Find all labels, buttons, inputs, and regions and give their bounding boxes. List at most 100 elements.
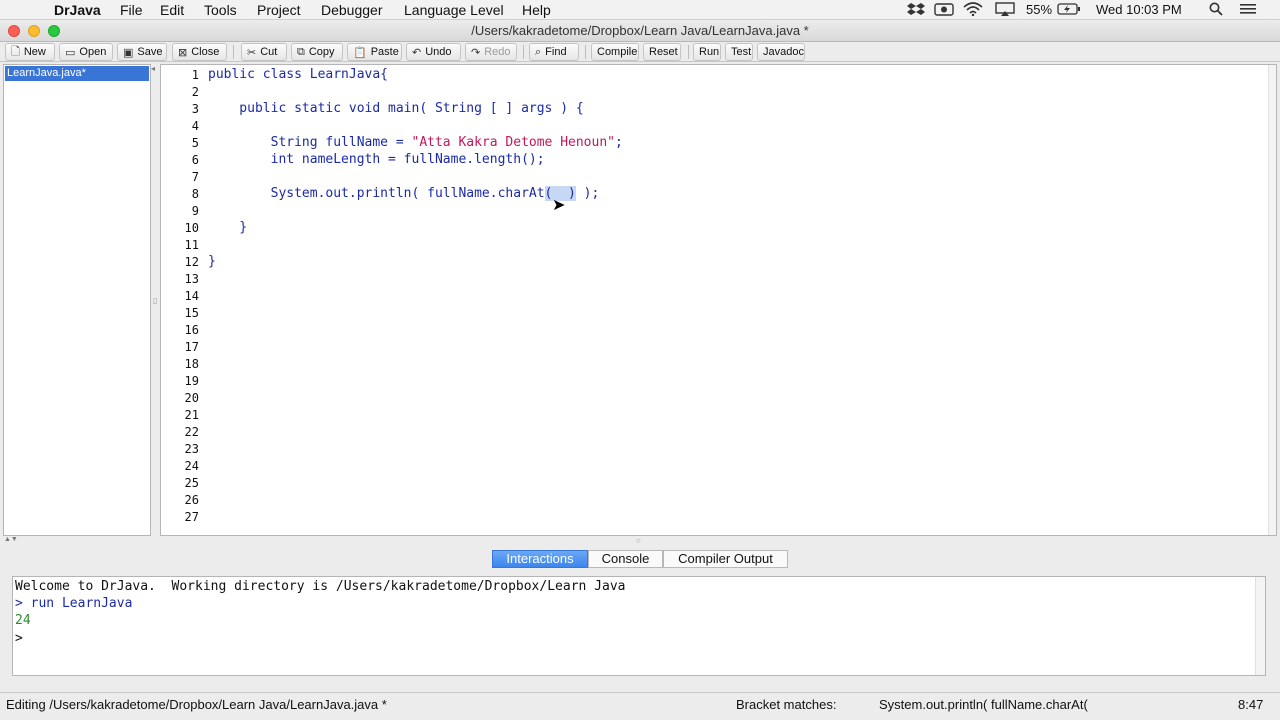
- toolbar-separator: [688, 45, 689, 59]
- pane-splitter[interactable]: ▲▼ ○: [0, 536, 1280, 548]
- cursor-position: 8:47: [1238, 697, 1264, 712]
- code-editor[interactable]: 1 2 3 4 5 6 7 8 9 10 11 12 13 14 15 16 1…: [160, 64, 1277, 536]
- menu-project[interactable]: Project: [257, 2, 301, 18]
- line-number: 1: [191, 68, 199, 82]
- line-number: 27: [184, 510, 199, 524]
- redo-icon: ↷: [471, 46, 481, 59]
- open-folder-icon: ▭: [65, 46, 76, 59]
- line-number: 18: [184, 357, 199, 371]
- dropbox-icon[interactable]: [907, 2, 925, 19]
- menu-bar: DrJava File Edit Tools Project Debugger …: [0, 0, 1280, 20]
- javadoc-button[interactable]: Javadoc: [757, 43, 805, 61]
- paste-button[interactable]: 📋 Paste: [347, 43, 402, 61]
- line-number: 13: [184, 272, 199, 286]
- line-number: 16: [184, 323, 199, 337]
- interactions-scrollbar[interactable]: [1255, 577, 1265, 675]
- line-number: 22: [184, 425, 199, 439]
- close-file-icon: ⊠: [178, 46, 188, 59]
- editor-scrollbar[interactable]: [1268, 65, 1276, 535]
- save-disk-icon: ▣: [123, 46, 134, 59]
- splitter-grip-icon[interactable]: ▯: [153, 296, 157, 305]
- reset-button[interactable]: Reset: [643, 43, 681, 61]
- menu-language-level[interactable]: Language Level: [404, 2, 504, 18]
- menu-edit[interactable]: Edit: [160, 2, 184, 18]
- line-number: 24: [184, 459, 199, 473]
- compile-button[interactable]: Compile: [591, 43, 639, 61]
- tab-console[interactable]: Console: [588, 550, 663, 568]
- line-number: 26: [184, 493, 199, 507]
- code-line-5: String fullName = "Atta Kakra Detome Hen…: [208, 135, 623, 150]
- code-line-12: }: [208, 254, 216, 269]
- toolbar-separator: [233, 45, 234, 59]
- battery-icon[interactable]: [1057, 2, 1081, 19]
- line-number: 8: [191, 187, 199, 201]
- find-button[interactable]: ⌕ Find: [529, 43, 579, 61]
- notification-center-icon[interactable]: [1240, 2, 1256, 19]
- copy-button[interactable]: ⧉ Copy: [291, 43, 343, 61]
- clock[interactable]: Wed 10:03 PM: [1096, 2, 1182, 17]
- line-number: 3: [191, 102, 199, 116]
- battery-percent: 55%: [1026, 2, 1053, 17]
- bracket-matches-value: System.out.println( fullName.charAt(: [879, 697, 1088, 712]
- bottom-tabs: Interactions Console Compiler Output: [0, 548, 1280, 570]
- toolbar-separator: [523, 45, 524, 59]
- interactions-pane[interactable]: Welcome to DrJava. Working directory is …: [12, 576, 1266, 676]
- new-button[interactable]: 🗋 New: [5, 43, 55, 61]
- menu-file[interactable]: File: [120, 2, 143, 18]
- undo-icon: ↶: [412, 46, 422, 59]
- tab-interactions[interactable]: Interactions: [492, 550, 588, 568]
- close-button[interactable]: ⊠ Close: [172, 43, 227, 61]
- code-line-3: public static void main( String [ ] args…: [208, 101, 584, 116]
- open-button[interactable]: ▭ Open: [59, 43, 113, 61]
- string-literal: "Atta Kakra Detome Henoun": [411, 135, 616, 150]
- screen-record-icon[interactable]: [934, 2, 954, 19]
- line-number: 5: [191, 136, 199, 150]
- spotlight-search-icon[interactable]: [1209, 2, 1223, 19]
- editing-file-status: Editing /Users/kakradetome/Dropbox/Learn…: [6, 697, 387, 712]
- document-list-item[interactable]: LearnJava.java*: [5, 66, 149, 81]
- airplay-icon[interactable]: [995, 2, 1015, 19]
- wifi-icon[interactable]: [963, 2, 983, 19]
- bracket-matches-label: Bracket matches:: [736, 697, 837, 712]
- clipboard-icon: 📋: [353, 46, 367, 59]
- menu-app-name[interactable]: DrJava: [54, 2, 101, 18]
- line-number: 11: [184, 238, 199, 252]
- tab-compiler-output[interactable]: Compiler Output: [663, 550, 788, 568]
- run-button[interactable]: Run: [693, 43, 721, 61]
- line-number: 20: [184, 391, 199, 405]
- line-number: 9: [191, 204, 199, 218]
- scissors-icon: ✂: [247, 46, 257, 59]
- line-number: 6: [191, 153, 199, 167]
- undo-button[interactable]: ↶ Undo: [406, 43, 461, 61]
- mouse-pointer-icon: ➤: [552, 197, 566, 214]
- new-file-icon: 🗋: [11, 45, 20, 58]
- redo-button[interactable]: ↷ Redo: [465, 43, 517, 61]
- cut-button[interactable]: ✂ Cut: [241, 43, 287, 61]
- menu-debugger[interactable]: Debugger: [321, 2, 383, 18]
- code-line-8: System.out.println( fullName.charAt( ) )…: [208, 186, 600, 201]
- menu-tools[interactable]: Tools: [204, 2, 237, 18]
- menu-help[interactable]: Help: [522, 2, 551, 18]
- status-bar: Editing /Users/kakradetome/Dropbox/Learn…: [0, 692, 1280, 716]
- welcome-message: Welcome to DrJava. Working directory is …: [15, 579, 626, 594]
- splitter-arrows-icon[interactable]: ▲▼: [4, 536, 18, 543]
- line-number-gutter: 1 2 3 4 5 6 7 8 9 10 11 12 13 14 15 16 1…: [161, 65, 201, 535]
- run-command: > run LearnJava: [15, 596, 133, 611]
- window-title: /Users/kakradetome/Dropbox/Learn Java/Le…: [471, 23, 809, 38]
- line-number: 12: [184, 255, 199, 269]
- save-button[interactable]: ▣ Save: [117, 43, 167, 61]
- binoculars-icon: ⌕: [535, 45, 542, 58]
- program-output: 24: [15, 613, 31, 628]
- test-button[interactable]: Test: [725, 43, 753, 61]
- splitter-grip-icon[interactable]: ○: [636, 536, 641, 545]
- line-number: 14: [184, 289, 199, 303]
- line-number: 2: [191, 85, 199, 99]
- line-number: 23: [184, 442, 199, 456]
- toolbar-separator: [585, 45, 586, 59]
- copy-icon: ⧉: [297, 45, 305, 58]
- collapse-arrow-icon[interactable]: ◂: [151, 64, 155, 73]
- window-title-bar: /Users/kakradetome/Dropbox/Learn Java/Le…: [0, 20, 1280, 42]
- input-prompt[interactable]: >: [15, 631, 23, 646]
- code-line-10: }: [208, 220, 248, 235]
- line-number: 4: [191, 119, 199, 133]
